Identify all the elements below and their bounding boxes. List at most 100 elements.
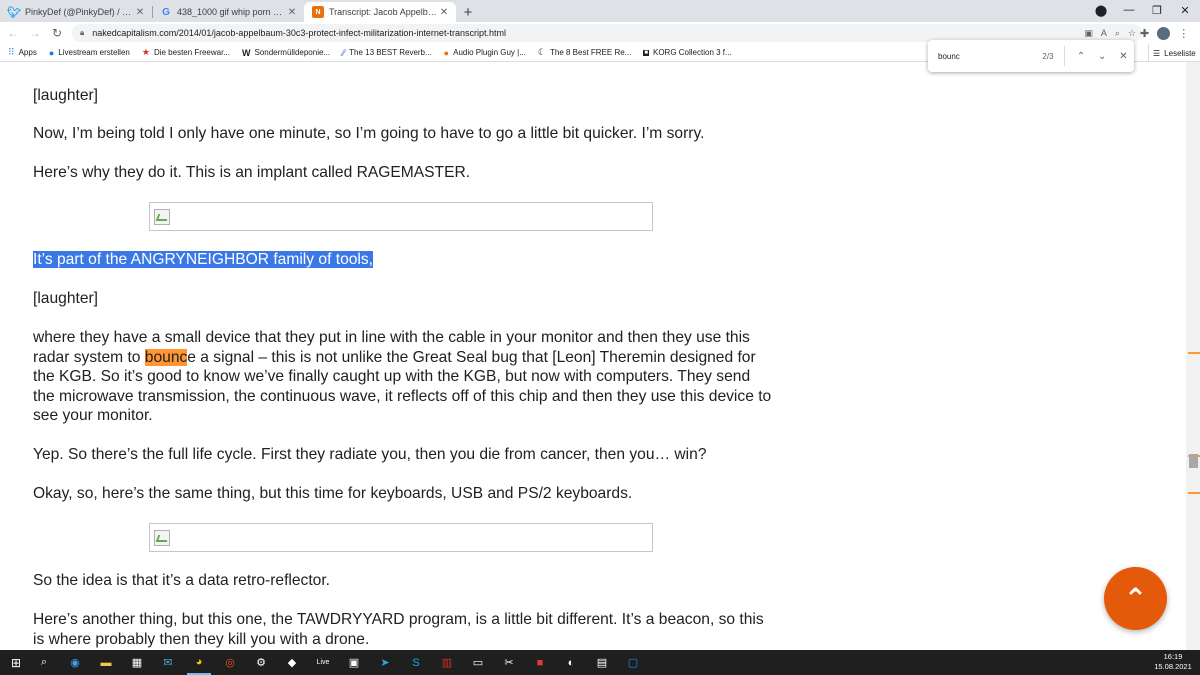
translate-icon[interactable]: A <box>1101 28 1107 38</box>
photos-icon[interactable]: ▣ <box>342 650 366 675</box>
find-match-marker <box>1188 352 1200 354</box>
rack-app-icon[interactable]: ▥ <box>435 650 459 675</box>
selected-paragraph: It’s part of the ANGRYNEIGHBOR family of… <box>33 250 773 270</box>
app-icon[interactable]: ▢ <box>621 650 645 675</box>
apps-grid-icon: ⠿ <box>8 47 15 57</box>
edge-icon[interactable]: ◉ <box>63 650 87 675</box>
capture-tool-icon[interactable]: ✂ <box>497 650 521 675</box>
search-icon[interactable]: ⌕ <box>32 650 56 675</box>
page-icon[interactable]: ▣ <box>1084 28 1093 39</box>
paragraph: Here’s why they do it. This is an implan… <box>33 164 471 181</box>
bookmark-item[interactable]: ☾ The 8 Best FREE Re... <box>538 47 631 58</box>
bookmark-label: Die besten Freewar... <box>153 48 230 57</box>
app-icon[interactable]: ▤ <box>590 650 614 675</box>
bookmark-item[interactable]: ⁄⁄ The 13 BEST Reverb... <box>342 48 432 58</box>
bookmark-item[interactable]: ★ Die besten Freewar... <box>142 47 230 58</box>
twitter-icon: 🐦︎ <box>7 6 21 19</box>
windows-start-icon[interactable]: ⊞ <box>0 650 32 675</box>
paragraph: So the idea is that it’s a data retro-re… <box>33 572 331 589</box>
chrome-icon[interactable]: ◕ <box>187 650 211 675</box>
bookmark-label: Livestream erstellen <box>58 48 130 57</box>
korg-icon: ■ <box>643 49 649 56</box>
app-icon[interactable]: ⚙ <box>249 650 273 675</box>
reading-list-label: Leseliste <box>1164 48 1196 58</box>
find-match-marker <box>1188 492 1200 494</box>
taskbar: ⊞ ⌕ ◉ ▬ ▦ ✉ ◕ ◎ ⚙ ◆ Live ▣ ➤ S ▥ ▭ ✂ ■ ◐… <box>0 650 1200 675</box>
scroll-to-top-button[interactable]: ⌃ <box>1104 567 1167 630</box>
close-tab-icon[interactable]: ✕ <box>286 7 298 18</box>
paragraph: where they have a small device that they… <box>33 328 773 426</box>
scrollbar[interactable] <box>1186 62 1200 650</box>
star-icon: ★ <box>141 47 150 57</box>
find-close-icon[interactable]: ✕ <box>1113 51 1134 62</box>
selected-text: It’s part of the ANGRYNEIGHBOR family of… <box>33 251 374 268</box>
tab-search-icon[interactable]: ⬤ <box>1087 4 1115 17</box>
mail-icon[interactable]: ✉ <box>156 650 180 675</box>
clock[interactable]: 16:19 15.08.2021 <box>1150 652 1196 672</box>
app-icon[interactable]: ◐ <box>559 650 583 675</box>
find-input[interactable]: bounc <box>938 52 1032 61</box>
minimize-icon[interactable]: — <box>1115 4 1143 16</box>
profile-avatar[interactable] <box>1157 26 1171 40</box>
telegram-icon[interactable]: ➤ <box>373 650 397 675</box>
chevron-up-icon: ⌃ <box>1123 583 1148 614</box>
inkscape-icon[interactable]: ◆ <box>280 650 304 675</box>
clock-date: 15.08.2021 <box>1154 662 1192 671</box>
tab-title: PinkyDef (@PinkyDef) / Twitter <box>25 7 134 17</box>
find-previous-icon[interactable]: ⌃ <box>1070 51 1091 62</box>
close-window-icon[interactable]: ✕ <box>1171 4 1199 17</box>
broken-image <box>149 523 653 552</box>
skype-icon[interactable]: S <box>404 650 428 675</box>
find-count: 2/3 <box>1042 51 1054 61</box>
landr-icon: ⁄⁄ <box>342 47 346 58</box>
tab-google[interactable]: G 438_1000 gif whip porn – Google ✕ <box>152 2 304 22</box>
reading-list-button[interactable]: ☰ Leseliste <box>1148 44 1196 62</box>
live-icon[interactable]: Live <box>311 650 335 675</box>
zoom-icon[interactable]: ⌕ <box>1115 28 1120 39</box>
store-icon[interactable]: ▦ <box>125 650 149 675</box>
close-tab-icon[interactable]: ✕ <box>438 7 450 18</box>
synth-icon[interactable]: ▭ <box>466 650 490 675</box>
bookmark-label: The 13 BEST Reverb... <box>349 48 432 57</box>
bookmark-item[interactable]: W Sondermülldeponie... <box>242 48 330 58</box>
find-next-icon[interactable]: ⌄ <box>1092 51 1113 62</box>
close-tab-icon[interactable]: ✕ <box>134 7 146 18</box>
bookmark-apps[interactable]: ⠿ Apps <box>8 47 37 58</box>
tab-twitter[interactable]: 🐦︎ PinkyDef (@PinkyDef) / Twitter ✕ <box>0 2 152 22</box>
paragraph: Yep. So there’s the full life cycle. Fir… <box>33 446 707 463</box>
lock-icon: 🔒︎ <box>80 28 85 37</box>
restore-icon[interactable]: ❐ <box>1143 4 1171 17</box>
bookmark-item[interactable]: ■ KORG Collection 3 f... <box>643 48 732 57</box>
reload-icon[interactable]: ↻ <box>46 26 68 40</box>
bookmark-label: The 8 Best FREE Re... <box>549 48 632 57</box>
find-match-highlight: bounc <box>144 348 188 366</box>
app-icon[interactable]: ■ <box>528 650 552 675</box>
divider <box>1063 46 1065 66</box>
paragraph: Okay, so, here’s the same thing, but thi… <box>33 485 633 502</box>
google-icon: G <box>162 6 170 18</box>
extensions-icon[interactable]: ✚ <box>1140 27 1149 40</box>
bookmark-star-icon[interactable]: ☆ <box>1128 28 1136 39</box>
menu-icon[interactable]: ⋮ <box>1178 27 1189 40</box>
paragraph: Here’s another thing, but this one, the … <box>33 611 764 648</box>
find-bar: bounc 2/3 ⌃ ⌄ ✕ <box>928 40 1134 72</box>
bookmark-label: KORG Collection 3 f... <box>652 48 732 57</box>
bookmark-label: Apps <box>18 48 37 57</box>
back-icon[interactable]: ← <box>2 26 24 40</box>
wikipedia-icon: W <box>241 47 251 58</box>
paragraph: [laughter] <box>33 87 99 104</box>
bookmark-item[interactable]: ● Audio Plugin Guy |... <box>444 48 526 58</box>
forward-icon[interactable]: → <box>24 26 46 40</box>
window-controls: ⬤ — ❐ ✕ <box>1087 0 1199 20</box>
new-tab-button[interactable]: + <box>456 2 480 22</box>
scrollbar-thumb[interactable] <box>1189 454 1198 468</box>
broken-image-icon <box>154 530 170 546</box>
file-explorer-icon[interactable]: ▬ <box>94 650 118 675</box>
paragraph: Now, I’m being told I only have one minu… <box>33 125 705 142</box>
clock-time: 16:19 <box>1163 652 1183 661</box>
bookmark-label: Sondermülldeponie... <box>254 48 331 57</box>
ubuntu-icon[interactable]: ◎ <box>218 650 242 675</box>
page-content: [laughter] Now, I’m being told I only ha… <box>0 62 1186 650</box>
tab-transcript[interactable]: N Transcript: Jacob Appelbaum at 30c3 ✕ <box>304 2 456 22</box>
bookmark-item[interactable]: ● Livestream erstellen <box>49 48 130 58</box>
